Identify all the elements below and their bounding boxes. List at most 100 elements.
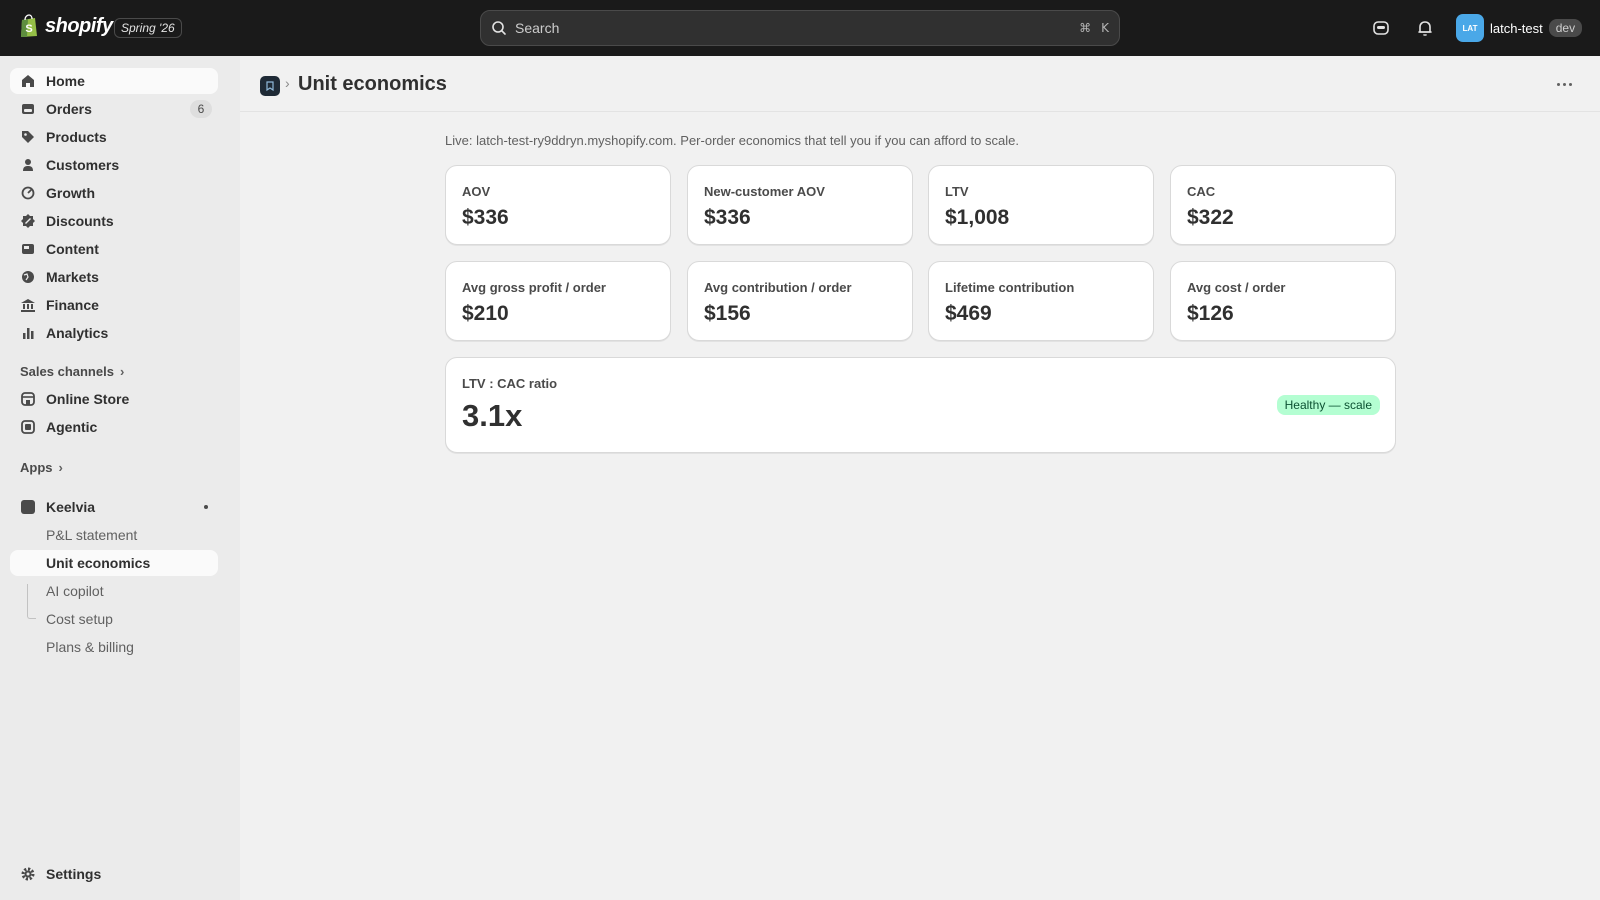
metric-card-avg-contribution: Avg contribution / order $156 (687, 261, 913, 341)
pin-dot-icon[interactable] (204, 505, 208, 509)
sidebar-item-analytics[interactable]: Analytics (10, 320, 218, 346)
sidebar-item-label: Products (46, 129, 107, 145)
sidebar-item-customers[interactable]: Customers (10, 152, 218, 178)
metric-card-aov: AOV $336 (445, 165, 671, 245)
sidekick-button[interactable] (1369, 16, 1393, 40)
metric-label: Avg cost / order (1187, 280, 1286, 295)
sidebar-item-discounts[interactable]: Discounts (10, 208, 218, 234)
sales-channels-header[interactable]: Sales channels › (20, 364, 124, 379)
metric-value: $126 (1187, 302, 1234, 325)
sidebar-item-growth[interactable]: Growth (10, 180, 218, 206)
avatar: LAT (1456, 14, 1484, 42)
person-icon (20, 157, 36, 173)
sidebar-item-label: Settings (46, 866, 102, 882)
sidebar-item-content[interactable]: Content (10, 236, 218, 262)
sidebar-item-markets[interactable]: Markets (10, 264, 218, 290)
sidebar-subitem-label: Cost setup (46, 611, 113, 627)
metric-card-ltv: LTV $1,008 (928, 165, 1154, 245)
dot-icon (1568, 82, 1572, 86)
apps-header[interactable]: Apps › (20, 460, 63, 475)
page-subtitle: Live: latch-test-ry9ddryn.myshopify.com.… (445, 133, 1019, 148)
sidebar-subitem-label: P&L statement (46, 527, 138, 543)
ratio-value: 3.1x (462, 398, 523, 433)
growth-icon (20, 185, 36, 201)
metric-value: $210 (462, 302, 509, 325)
sidebar-item-label: Keelvia (46, 499, 96, 515)
sidebar-subitem-ai-copilot[interactable]: AI copilot (10, 578, 218, 604)
metric-label: Avg contribution / order (704, 280, 852, 295)
metric-card-new-customer-aov: New-customer AOV $336 (687, 165, 913, 245)
shopify-bag-icon: S (21, 14, 37, 37)
metric-label: LTV (945, 184, 969, 199)
sidebar-item-label: Agentic (46, 419, 98, 435)
status-badge: Healthy — scale (1276, 395, 1380, 415)
sidebar-item-home[interactable]: Home (10, 68, 218, 94)
edition-badge[interactable]: Spring '26 (114, 18, 182, 38)
bell-icon (1418, 21, 1432, 36)
search-icon (492, 21, 506, 35)
shortcut-key: K (1101, 21, 1109, 35)
sidebar-item-label: Finance (46, 297, 99, 313)
shortcut-cmd: ⌘ (1079, 21, 1092, 35)
more-actions-button[interactable] (1550, 72, 1578, 96)
metric-label: New-customer AOV (704, 184, 825, 199)
sidebar-item-label: Markets (46, 269, 99, 285)
sales-channels-label: Sales channels (20, 364, 114, 379)
metric-label: AOV (462, 184, 491, 199)
shopify-wordmark: shopify (45, 14, 113, 37)
ltv-cac-ratio-card: LTV : CAC ratio 3.1x Healthy — scale (445, 357, 1396, 453)
store-menu[interactable]: LAT latch-test dev (1456, 14, 1583, 42)
bank-icon (20, 297, 36, 313)
sidebar-item-agentic[interactable]: Agentic (10, 414, 218, 440)
app-breadcrumb-icon[interactable] (260, 76, 280, 96)
sidebar-item-label: Analytics (46, 325, 109, 341)
sidebar-subitem-pl-statement[interactable]: P&L statement (10, 522, 218, 548)
shopify-logo[interactable]: S shopify (19, 14, 113, 38)
sidebar-subitem-label: Unit economics (46, 555, 151, 571)
store-icon (20, 391, 36, 407)
chevron-right-icon: › (58, 460, 63, 475)
sidebar-item-settings[interactable]: Settings (10, 861, 218, 887)
sidebar-item-finance[interactable]: Finance (10, 292, 218, 318)
sidebar-item-online-store[interactable]: Online Store (10, 386, 218, 412)
metric-label: Lifetime contribution (945, 280, 1075, 295)
svg-text:S: S (25, 23, 32, 35)
discount-icon (20, 213, 36, 229)
metric-card-lifetime-contribution: Lifetime contribution $469 (928, 261, 1154, 341)
sidebar-item-keelvia[interactable]: Keelvia (10, 494, 218, 520)
sidebar-item-label: Home (46, 73, 85, 89)
sidebar-item-label: Content (46, 241, 99, 257)
gear-icon (20, 866, 36, 882)
search-bar[interactable]: Search ⌘ K (480, 10, 1120, 46)
sidebar-item-products[interactable]: Products (10, 124, 218, 150)
sidebar-item-label: Online Store (46, 391, 130, 407)
dot-icon (1556, 82, 1560, 86)
sidebar-item-orders[interactable]: Orders 6 (10, 96, 218, 122)
orders-icon (20, 101, 36, 117)
content-icon (20, 241, 36, 257)
home-icon (20, 73, 36, 89)
sidekick-icon (1373, 21, 1389, 35)
apps-label: Apps (20, 460, 53, 475)
sidebar-item-label: Orders (46, 101, 92, 117)
metric-value: $336 (462, 206, 509, 229)
page-title: Unit economics (298, 73, 447, 95)
metric-value: $322 (1187, 206, 1234, 229)
store-name: latch-test (1490, 20, 1543, 36)
sidebar-subitem-plans-billing[interactable]: Plans & billing (10, 634, 218, 660)
bar-chart-icon (20, 325, 36, 341)
agentic-icon (20, 419, 36, 435)
metric-value: $156 (704, 302, 751, 325)
globe-icon (20, 269, 36, 285)
ratio-label: LTV : CAC ratio (462, 376, 558, 391)
notifications-button[interactable] (1413, 16, 1437, 40)
sidebar-item-label: Growth (46, 185, 95, 201)
metric-card-avg-gross-profit: Avg gross profit / order $210 (445, 261, 671, 341)
main-content: › Unit economics Live: latch-test-ry9ddr… (240, 56, 1600, 900)
sidebar-subitem-cost-setup[interactable]: Cost setup (10, 606, 218, 632)
app-icon (20, 499, 36, 515)
dot-icon (1562, 82, 1566, 86)
sidebar-subitem-unit-economics[interactable]: Unit economics (10, 550, 218, 576)
top-bar: S shopify Spring '26 Search ⌘ K LAT latc… (0, 0, 1600, 56)
metric-card-avg-cost: Avg cost / order $126 (1170, 261, 1396, 341)
